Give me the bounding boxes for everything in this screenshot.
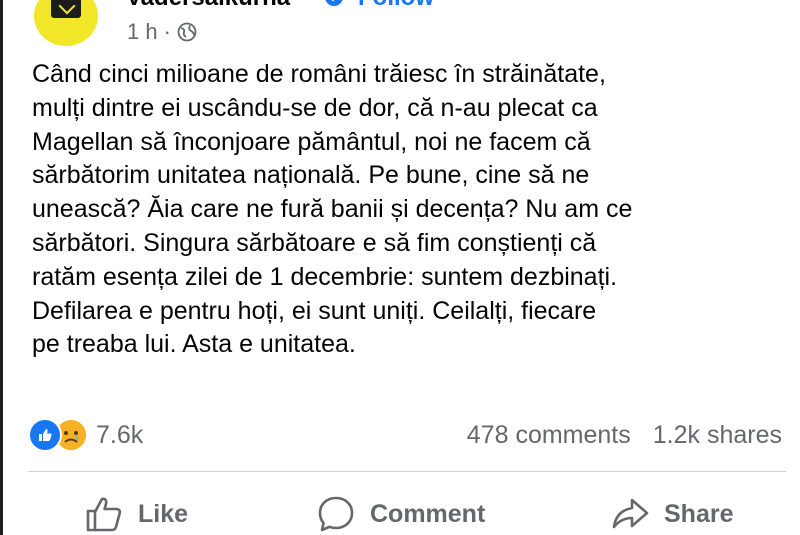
author-name[interactable]: Vadersalkurna	[126, 0, 290, 12]
share-icon	[612, 498, 649, 529]
comments-count[interactable]: 478 comments	[467, 421, 631, 450]
meta-separator: ·	[163, 19, 171, 44]
globe-icon	[177, 22, 197, 42]
reactions-summary[interactable]: 7.6k	[28, 418, 143, 452]
avatar[interactable]	[34, 0, 98, 46]
window-edge	[0, 0, 3, 535]
comment-label: Comment	[370, 499, 486, 528]
avatar-logo-mark	[58, 0, 76, 15]
like-reaction-icon	[28, 418, 62, 452]
post-time[interactable]: 1 h	[127, 19, 158, 45]
shares-count[interactable]: 1.2k shares	[653, 421, 782, 450]
post-stats: 478 comments 1.2k shares	[467, 418, 782, 452]
share-label: Share	[664, 499, 734, 528]
like-label: Like	[138, 499, 189, 528]
share-button[interactable]: Share	[610, 492, 733, 535]
divider	[28, 471, 786, 472]
post-meta: 1 h ·	[127, 18, 197, 46]
post-text: Când cinci milioane de români trăiesc în…	[32, 60, 633, 359]
avatar-logo	[51, 0, 81, 18]
thumbs-up-icon	[86, 497, 122, 532]
follow-link[interactable]: Follow	[358, 0, 434, 12]
verified-icon	[325, 0, 343, 6]
comment-button[interactable]: Comment	[316, 492, 485, 535]
reaction-count: 7.6k	[96, 420, 144, 449]
post-header: Vadersalkurna Follow 1 h ·	[0, 0, 800, 56]
comment-icon	[318, 496, 354, 532]
like-button[interactable]: Like	[84, 492, 188, 535]
